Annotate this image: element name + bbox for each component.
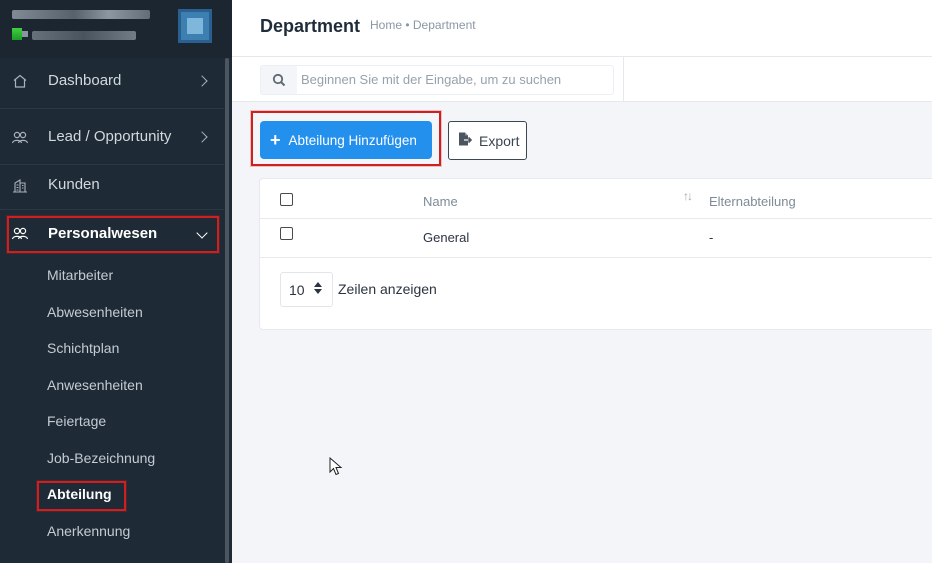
chevron-right-icon xyxy=(196,74,208,87)
app-logo[interactable] xyxy=(178,9,212,43)
sidebar-subitem-feiertage[interactable]: Feiertage xyxy=(47,413,106,429)
page-title: Department xyxy=(260,16,361,36)
department-table-card: Name ↑↓ Elternabteilung General - 10 Zei… xyxy=(259,178,932,330)
plus-icon: + xyxy=(270,130,281,150)
building-icon xyxy=(11,176,29,194)
users-icon xyxy=(11,128,29,146)
chevron-down-icon xyxy=(196,227,208,239)
sidebar-subitem-mitarbeiter[interactable]: Mitarbeiter xyxy=(47,267,113,283)
sidebar-scrollbar[interactable] xyxy=(225,58,229,563)
status-indicator-secondary xyxy=(22,31,28,37)
search-input[interactable] xyxy=(301,72,601,87)
search-icon xyxy=(261,66,297,94)
add-department-label: Abteilung Hinzufügen xyxy=(288,132,417,148)
sidebar-subitem-abwesenheiten[interactable]: Abwesenheiten xyxy=(47,304,143,320)
sidebar-item-label: Kunden xyxy=(48,176,100,193)
breadcrumb[interactable]: Home • Department xyxy=(370,18,476,32)
file-export-icon xyxy=(457,131,473,150)
users-icon xyxy=(11,224,29,242)
mouse-cursor-icon xyxy=(329,456,343,482)
sidebar-subitem-anwesenheiten[interactable]: Anwesenheiten xyxy=(47,377,143,393)
rows-label: Zeilen anzeigen xyxy=(338,281,437,297)
sidebar-subitem-job-bezeichnung[interactable]: Job-Bezeichnung xyxy=(47,450,155,466)
table-header: Name ↑↓ Elternabteilung xyxy=(260,179,932,219)
column-header-parent[interactable]: Elternabteilung xyxy=(709,194,796,209)
page-size-select[interactable]: 10 xyxy=(280,272,333,307)
sidebar: Dashboard Lead / Opportunity Kunden Pers… xyxy=(0,0,232,563)
chevron-right-icon xyxy=(196,130,208,143)
sidebar-item-lead-opportunity[interactable]: Lead / Opportunity xyxy=(0,109,224,165)
sidebar-item-label: Dashboard xyxy=(48,72,122,89)
add-department-button[interactable]: + Abteilung Hinzufügen xyxy=(260,121,432,159)
row-checkbox[interactable] xyxy=(280,227,293,240)
sidebar-item-kunden[interactable]: Kunden xyxy=(0,160,224,210)
sidebar-subitem-anerkennung[interactable]: Anerkennung xyxy=(47,523,130,539)
status-indicator xyxy=(12,28,22,40)
sidebar-header xyxy=(0,0,232,58)
export-label: Export xyxy=(479,132,520,149)
sidebar-item-personalwesen[interactable]: Personalwesen xyxy=(0,210,224,256)
cell-name: General xyxy=(423,230,470,245)
search-bar xyxy=(232,57,932,102)
search-box[interactable] xyxy=(260,65,614,95)
home-icon xyxy=(11,72,29,90)
column-header-name[interactable]: Name xyxy=(423,194,458,209)
sidebar-item-dashboard[interactable]: Dashboard xyxy=(0,53,224,109)
sort-icon[interactable]: ↑↓ xyxy=(683,189,693,203)
select-all-checkbox[interactable] xyxy=(280,193,293,206)
export-button[interactable]: Export xyxy=(448,121,527,160)
cell-parent: - xyxy=(709,230,714,245)
page-size-value: 10 xyxy=(289,281,305,298)
sidebar-item-label: Lead / Opportunity xyxy=(48,128,172,145)
sidebar-subitem-abteilung[interactable]: Abteilung xyxy=(47,486,112,502)
blurred-company-name xyxy=(12,10,150,19)
divider xyxy=(623,57,624,101)
sidebar-item-label: Personalwesen xyxy=(48,224,158,242)
blurred-user-name xyxy=(32,31,136,40)
select-arrows-icon xyxy=(314,282,322,294)
sidebar-subitem-schichtplan[interactable]: Schichtplan xyxy=(47,340,119,356)
page-header: Department Home • Department xyxy=(232,0,932,57)
table-row[interactable]: General - xyxy=(260,219,932,258)
